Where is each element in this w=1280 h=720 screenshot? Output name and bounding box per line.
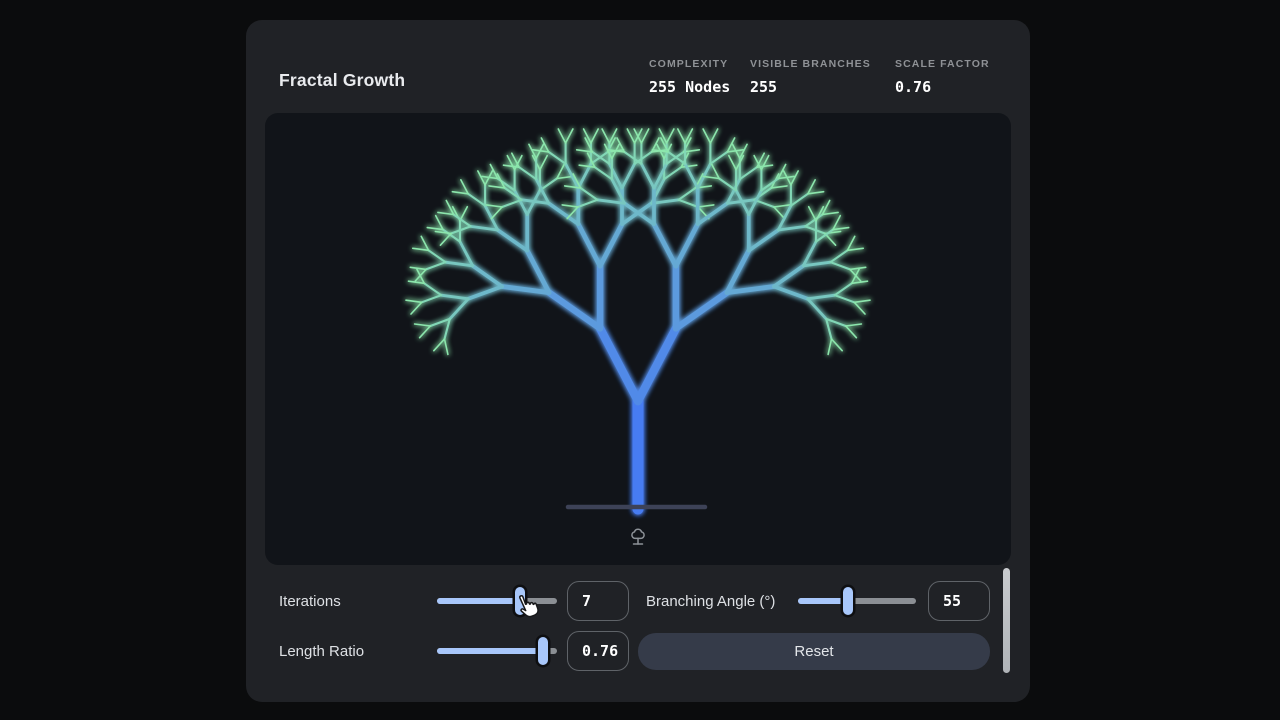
iterations-slider-thumb[interactable] bbox=[514, 587, 525, 615]
stat-complexity: COMPLEXITY 255 Nodes bbox=[649, 58, 730, 96]
tree-icon bbox=[631, 528, 645, 545]
length-ratio-value-field[interactable]: 0.76 bbox=[567, 631, 629, 671]
iterations-label: Iterations bbox=[279, 593, 341, 610]
branching-angle-value-field[interactable]: 55 bbox=[928, 581, 990, 621]
branching-angle-slider-thumb[interactable] bbox=[842, 587, 853, 615]
iterations-slider[interactable] bbox=[437, 587, 557, 615]
stat-scale-factor-value: 0.76 bbox=[895, 78, 932, 96]
reset-button[interactable]: Reset bbox=[638, 633, 990, 670]
stat-visible-branches-value: 255 bbox=[750, 78, 778, 96]
stat-scale-factor-label: SCALE FACTOR bbox=[895, 58, 990, 70]
page-title: Fractal Growth bbox=[279, 70, 406, 90]
fractal-canvas bbox=[265, 113, 1011, 565]
length-ratio-slider-fill bbox=[437, 648, 543, 654]
length-ratio-slider[interactable] bbox=[437, 637, 557, 665]
branching-angle-slider[interactable] bbox=[798, 587, 916, 615]
fractal-growth-window: Fractal Growth COMPLEXITY 255 Nodes VISI… bbox=[246, 20, 1030, 702]
stat-visible-branches-label: VISIBLE BRANCHES bbox=[750, 58, 871, 70]
stat-complexity-label: COMPLEXITY bbox=[649, 58, 729, 70]
scrollbar-thumb[interactable] bbox=[1003, 568, 1010, 673]
branching-angle-label: Branching Angle (°) bbox=[646, 593, 776, 610]
iterations-slider-fill bbox=[437, 598, 520, 604]
length-ratio-label: Length Ratio bbox=[279, 643, 365, 660]
stat-visible-branches: VISIBLE BRANCHES 255 bbox=[750, 58, 871, 96]
iterations-value-field[interactable]: 7 bbox=[567, 581, 629, 621]
branching-angle-slider-fill bbox=[798, 598, 848, 604]
fractal-tree bbox=[405, 128, 871, 545]
stat-scale-factor: SCALE FACTOR 0.76 bbox=[895, 58, 990, 96]
stat-complexity-value: 255 Nodes bbox=[649, 78, 731, 96]
length-ratio-slider-thumb[interactable] bbox=[537, 637, 548, 665]
